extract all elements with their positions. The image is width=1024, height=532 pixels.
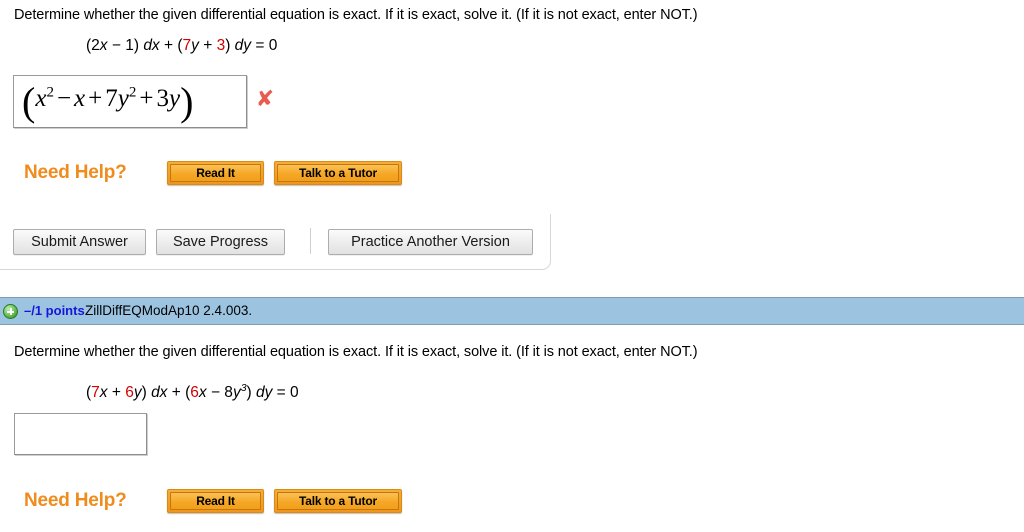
problem2-reference: ZillDiffEQModAp10 2.4.003.: [85, 303, 253, 318]
problem2-read-it-button[interactable]: Read It: [167, 489, 264, 513]
problem1-need-help-label: Need Help?: [24, 162, 127, 183]
problem1-read-it-button[interactable]: Read It: [167, 161, 264, 185]
problem1-talk-to-tutor-button[interactable]: Talk to a Tutor: [274, 161, 402, 185]
problem1-answer-expression: (x2− x +7y2 +3y): [22, 79, 194, 124]
button-separator: [310, 228, 311, 254]
problem1-prompt: Determine whether the given differential…: [14, 7, 698, 23]
problem2-prompt: Determine whether the given differential…: [14, 344, 698, 360]
problem2-answer-input[interactable]: [14, 413, 147, 455]
problem2-need-help-label: Need Help?: [24, 490, 127, 511]
plus-circle-icon[interactable]: [3, 304, 18, 319]
problem2-talk-to-tutor-label: Talk to a Tutor: [277, 492, 399, 510]
problem1-read-it-label: Read It: [170, 164, 261, 182]
practice-another-version-button[interactable]: Practice Another Version: [328, 229, 533, 255]
problem2-talk-to-tutor-button[interactable]: Talk to a Tutor: [274, 489, 402, 513]
problem1-talk-to-tutor-label: Talk to a Tutor: [277, 164, 399, 182]
problem1-equation: (2x − 1) dx + (7y + 3) dy = 0: [86, 37, 278, 54]
problem2-points-bar: –/1 points ZillDiffEQModAp10 2.4.003.: [0, 297, 1024, 325]
incorrect-answer-icon: ✘: [255, 87, 275, 112]
save-progress-button[interactable]: Save Progress: [156, 229, 285, 255]
problem2-read-it-label: Read It: [170, 492, 261, 510]
problem2-points-label: –/1 points: [24, 303, 85, 318]
problem2-equation: (7x + 6y) dx + (6x − 8y3) dy = 0: [86, 382, 299, 402]
submit-answer-button[interactable]: Submit Answer: [13, 229, 146, 255]
